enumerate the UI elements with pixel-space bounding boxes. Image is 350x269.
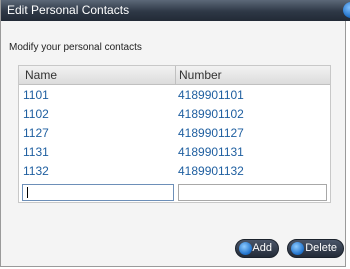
title-circle-icon bbox=[343, 2, 350, 18]
table-row[interactable]: 1131 4189901131 bbox=[19, 142, 330, 161]
column-header-number[interactable]: Number bbox=[179, 68, 222, 82]
contact-number-cell: 4189901127 bbox=[178, 126, 244, 140]
contact-name-cell: 1101 bbox=[23, 88, 49, 102]
contact-name-cell: 1132 bbox=[23, 164, 49, 178]
new-contact-name-input[interactable] bbox=[22, 184, 174, 201]
add-circle-icon bbox=[239, 242, 252, 255]
add-button[interactable]: Add bbox=[235, 239, 279, 258]
delete-circle-icon bbox=[291, 242, 304, 255]
table-row[interactable]: 1101 4189901101 bbox=[19, 85, 330, 104]
table-row[interactable]: 1102 4189901102 bbox=[19, 104, 330, 123]
table-row[interactable]: 1127 4189901127 bbox=[19, 123, 330, 142]
column-header-name[interactable]: Name bbox=[25, 68, 57, 82]
delete-button-label: Delete bbox=[305, 242, 337, 254]
contact-number-cell: 4189901102 bbox=[178, 107, 244, 121]
new-contact-number-input[interactable] bbox=[178, 184, 327, 201]
contact-name-cell: 1131 bbox=[23, 145, 49, 159]
table-header: Name Number bbox=[19, 66, 330, 85]
dialog-subtitle: Modify your personal contacts bbox=[9, 42, 142, 53]
edit-contacts-dialog: Edit Personal Contacts Modify your perso… bbox=[0, 0, 350, 267]
contact-number-cell: 4189901132 bbox=[178, 164, 244, 178]
table-row[interactable]: 1132 4189901132 bbox=[19, 161, 330, 180]
contact-number-cell: 4189901101 bbox=[178, 88, 244, 102]
add-button-label: Add bbox=[252, 242, 272, 254]
contact-name-cell: 1102 bbox=[23, 107, 49, 121]
contacts-table: Name Number 1101 4189901101 1102 4189901… bbox=[18, 65, 331, 203]
window-title: Edit Personal Contacts bbox=[7, 3, 130, 17]
title-bar: Edit Personal Contacts bbox=[1, 0, 350, 21]
column-divider bbox=[175, 66, 176, 84]
delete-button[interactable]: Delete bbox=[287, 239, 344, 258]
contact-number-cell: 4189901131 bbox=[178, 145, 244, 159]
text-cursor bbox=[27, 187, 28, 198]
contact-name-cell: 1127 bbox=[23, 126, 49, 140]
